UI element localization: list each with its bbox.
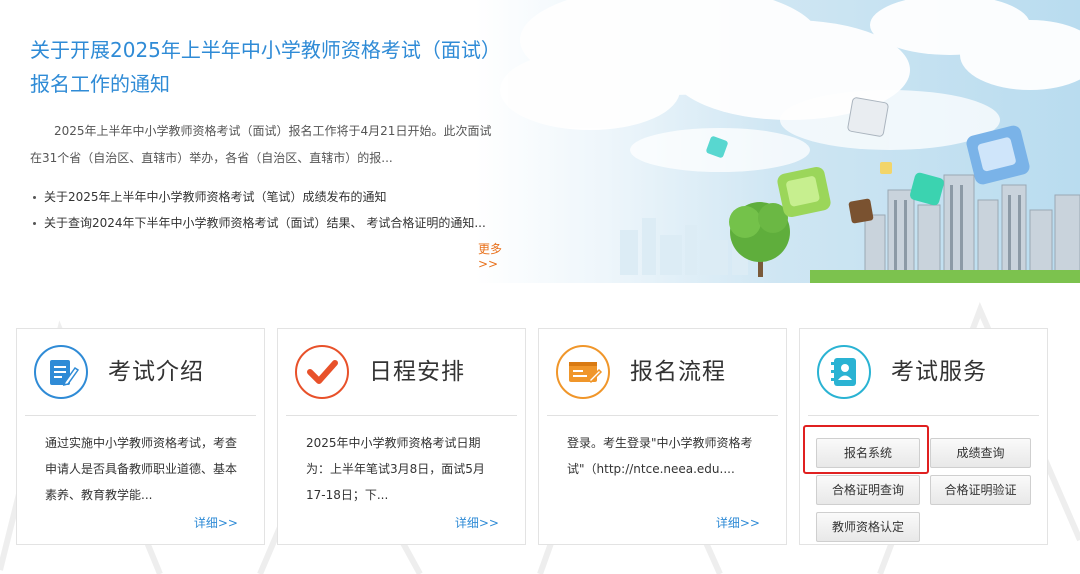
banner-illustration — [470, 0, 1080, 283]
detail-link[interactable]: 详细>> — [455, 514, 499, 531]
more-link[interactable]: 更多>> — [478, 240, 505, 271]
form-pen-icon — [555, 344, 611, 400]
card-header: 日程安排 — [286, 329, 517, 416]
news-item[interactable]: 关于2025年上半年中小学教师资格考试（笔试）成绩发布的通知 — [30, 184, 505, 210]
banner: 关于开展2025年上半年中小学教师资格考试（面试）报名工作的通知 2025年上半… — [0, 0, 1080, 283]
detail-link[interactable]: 详细>> — [194, 514, 238, 531]
highlight-box — [803, 425, 929, 474]
card-title: 报名流程 — [630, 359, 726, 385]
contact-book-icon — [816, 344, 872, 400]
certificate-verify-button[interactable]: 合格证明验证 — [930, 475, 1031, 505]
headline-link[interactable]: 关于开展2025年上半年中小学教师资格考试（面试）报名工作的通知 — [30, 33, 500, 101]
card-exam-intro: 考试介绍 通过实施中小学教师资格考试，考查申请人是否具备教师职业道德、基本素养、… — [16, 328, 265, 545]
card-description: 登录。考生登录"中小学教师资格考试"（http://ntce.neea.edu.… — [567, 436, 753, 476]
card-title: 考试服务 — [891, 359, 987, 385]
card-header: 考试介绍 — [25, 329, 256, 416]
card-header: 报名流程 — [547, 329, 778, 416]
headline-summary: 2025年上半年中小学教师资格考试（面试）报名工作将于4月21日开始。此次面试在… — [30, 124, 492, 165]
card-title: 日程安排 — [369, 359, 465, 385]
teacher-qualification-button[interactable]: 教师资格认定 — [816, 512, 920, 542]
card-header: 考试服务 — [808, 329, 1039, 416]
news-item[interactable]: 关于查询2024年下半年中小学教师资格考试（面试）结果、 考试合格证明的通知..… — [30, 210, 505, 236]
score-query-button[interactable]: 成绩查询 — [930, 438, 1031, 468]
news-section: 关于开展2025年上半年中小学教师资格考试（面试）报名工作的通知 2025年上半… — [30, 0, 505, 283]
detail-link[interactable]: 详细>> — [716, 514, 760, 531]
card-schedule: 日程安排 2025年中小学教师资格考试日期为：上半年笔试3月8日，面试5月17-… — [277, 328, 526, 545]
card-description: 通过实施中小学教师资格考试，考查申请人是否具备教师职业道德、基本素养、教育教学能… — [45, 436, 238, 502]
card-registration-process: 报名流程 登录。考生登录"中小学教师资格考试"（http://ntce.neea… — [538, 328, 787, 545]
news-list: 关于2025年上半年中小学教师资格考试（笔试）成绩发布的通知 关于查询2024年… — [30, 184, 505, 236]
card-description: 2025年中小学教师资格考试日期为：上半年笔试3月8日，面试5月17-18日；下… — [306, 436, 485, 502]
document-edit-icon — [33, 344, 89, 400]
certificate-query-button[interactable]: 合格证明查询 — [816, 475, 920, 505]
checkmark-icon — [294, 344, 350, 400]
card-title: 考试介绍 — [108, 359, 204, 385]
